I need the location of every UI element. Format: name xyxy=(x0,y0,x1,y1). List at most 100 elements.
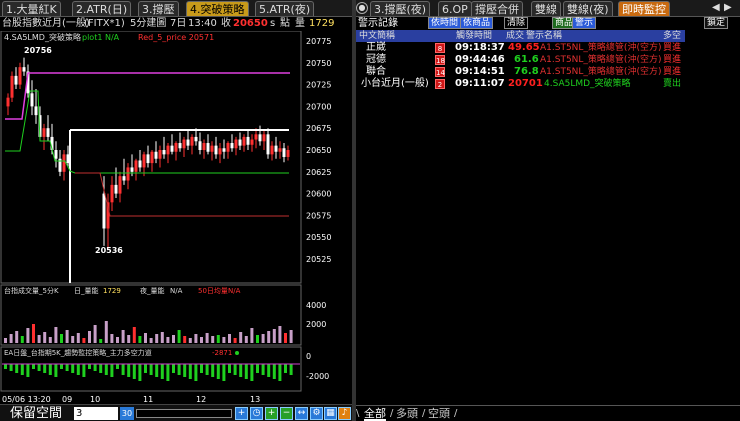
symbol-code: (FITX*1) xyxy=(84,18,125,29)
tab-support-resist[interactable]: 3.撐壓 xyxy=(138,1,179,16)
qty-value: 1729 xyxy=(309,18,335,29)
candle-body xyxy=(18,67,22,85)
indicator-bar xyxy=(267,364,271,377)
alert-time: 09:11:07 xyxy=(455,78,505,89)
candle-body xyxy=(14,75,18,85)
indicator-bar xyxy=(37,364,41,371)
y-tick-label: 20575 xyxy=(306,211,331,220)
reserve-space-input[interactable]: 3 xyxy=(74,407,118,420)
clock-icon[interactable]: ◷ xyxy=(250,407,263,420)
candle-body xyxy=(170,145,174,152)
indicator-bar xyxy=(233,364,237,375)
x-tick-4: 12 xyxy=(196,395,206,404)
alert-price: 20701 xyxy=(508,78,543,89)
candle-body xyxy=(42,128,46,137)
candle-body xyxy=(186,139,190,146)
alert-toolbar: 警示記錄 依時間 依商品 清除 商品 警示 鎖定 xyxy=(356,17,740,30)
volume-bar xyxy=(54,327,58,343)
clear-button[interactable]: 清除 xyxy=(504,17,529,29)
candle-body xyxy=(46,128,50,137)
col-time: 觸發時間 xyxy=(456,31,493,41)
expand-icon[interactable]: ↔ xyxy=(295,407,308,420)
subtract-icon[interactable]: − xyxy=(280,407,293,420)
volume-bar xyxy=(172,335,175,343)
price-chart[interactable]: 4.SA5LMD_突破策略 plot1 N/A Red_5_price 2057… xyxy=(0,31,352,405)
indicator-bar xyxy=(88,364,91,369)
lock-button[interactable]: 鎖定 xyxy=(704,17,729,29)
filter-long[interactable]: 多頭 xyxy=(396,407,418,421)
alert-filter-button[interactable]: 警示 xyxy=(572,17,597,29)
nav-right-icon[interactable]: ▶ xyxy=(724,2,732,13)
tab-dual-line-night[interactable]: 雙線(夜) xyxy=(563,1,613,16)
legend-plot1: plot1 N/A xyxy=(82,33,120,42)
y-tick-label: 20525 xyxy=(306,255,331,264)
y-axis: 20775 20750 20725 20700 20675 20650 20625 20600… xyxy=(306,37,331,264)
filter-all[interactable]: 全部 xyxy=(364,407,386,421)
col-side: 多空 xyxy=(663,31,682,41)
alert-time: 09:18:37 xyxy=(455,42,505,53)
zoom-in-icon[interactable]: + xyxy=(235,407,248,420)
tab-op[interactable]: 6.OP xyxy=(438,1,472,16)
candle-body xyxy=(30,93,34,107)
candle-body xyxy=(206,143,210,152)
volume-bar xyxy=(43,332,47,343)
volume-bar xyxy=(267,331,271,343)
volume-bar xyxy=(211,336,215,343)
tab-dual-line[interactable]: 雙線 xyxy=(531,1,561,16)
alert-side: 賣出 xyxy=(663,79,682,89)
scroll-bar[interactable] xyxy=(136,409,232,418)
volume-bar xyxy=(37,335,41,343)
alert-name: 小台近月(一般) xyxy=(361,78,429,89)
vol-legend-2: 1729 xyxy=(103,287,121,295)
alert-row[interactable]: 小台近月(一般) 2 09:11:07 20701 4.SA5LMD_突破策略 … xyxy=(356,78,685,90)
indicator-bar xyxy=(127,364,131,377)
menu-icon[interactable]: ● xyxy=(356,2,368,14)
alert-row[interactable]: 冠德 18 09:44:46 61.6 A1.ST5NL_策略總管(沖(空方) … xyxy=(356,54,685,66)
indicator-bar xyxy=(200,364,203,373)
tab-volume-red-k[interactable]: 1.大量紅K xyxy=(2,1,61,16)
volume-bar xyxy=(200,337,203,343)
add-icon[interactable]: + xyxy=(265,407,278,420)
tab-merge[interactable]: 撐壓合併 xyxy=(471,1,523,16)
indicator-bar xyxy=(99,364,103,373)
tab-atr-day[interactable]: 2.ATR(日) xyxy=(72,1,132,16)
qty-label: 量 xyxy=(295,18,305,29)
symbol-name: 台股指數近月(一般) xyxy=(2,18,90,29)
alert-row[interactable]: 聯合 14 09:14:51 76.8 A1.ST5NL_策略總管(沖(空方) … xyxy=(356,66,685,78)
sort-by-product-button[interactable]: 依商品 xyxy=(460,17,494,29)
candle-body xyxy=(238,139,242,146)
nav-left-icon[interactable]: ◀ xyxy=(712,2,720,13)
low-annotation: 20536 xyxy=(95,246,123,255)
indicator-bar xyxy=(32,364,35,369)
candle-body xyxy=(154,151,158,159)
volume-bar xyxy=(65,330,69,343)
volume-bar xyxy=(284,333,287,343)
indicator-bar xyxy=(155,364,159,377)
candle-body xyxy=(246,136,250,145)
candle-body xyxy=(54,150,58,159)
spin-icon[interactable]: 30 xyxy=(120,407,134,420)
candle-body xyxy=(218,148,222,155)
candle-body xyxy=(262,134,266,142)
tab-atr-night[interactable]: 5.ATR(夜) xyxy=(255,1,315,16)
settings-icon[interactable]: ⚙ xyxy=(310,407,323,420)
volume-bar xyxy=(166,337,170,343)
tab-breakout-strategy[interactable]: 4.突破策略 xyxy=(186,1,249,16)
alert-row[interactable]: 正崴 8 09:18:37 49.65 A1.ST5NL_策略總管(沖(空方) … xyxy=(356,42,685,54)
tab-realtime-monitor[interactable]: 即時監控 xyxy=(618,1,670,16)
tab-support-night[interactable]: 3.撐壓(夜) xyxy=(370,1,431,16)
ind-tick-neg2000: -2000 xyxy=(306,372,329,381)
chart-icon[interactable]: ▦ xyxy=(324,407,337,420)
volume-bar xyxy=(121,330,125,343)
foot-sep-1: / xyxy=(390,408,394,419)
alert-icon[interactable]: ♪ xyxy=(338,407,351,420)
alert-label: A1.ST5NL_策略總管(沖(空方) xyxy=(540,67,662,77)
filter-short[interactable]: 空頭 xyxy=(428,407,450,421)
volume-bar xyxy=(60,334,63,343)
vol-tick-4000: 4000 xyxy=(306,301,326,310)
time-label: 13:40 xyxy=(188,18,217,29)
candle-body xyxy=(230,143,234,149)
sort-by-time-button[interactable]: 依時間 xyxy=(428,17,462,29)
right-tab-bar: 3.撐壓(夜) 6.OP 撐壓合併 雙線 雙線(夜) 即時監控 ● ◀ ▶ xyxy=(356,0,740,17)
candle-body xyxy=(174,143,178,152)
